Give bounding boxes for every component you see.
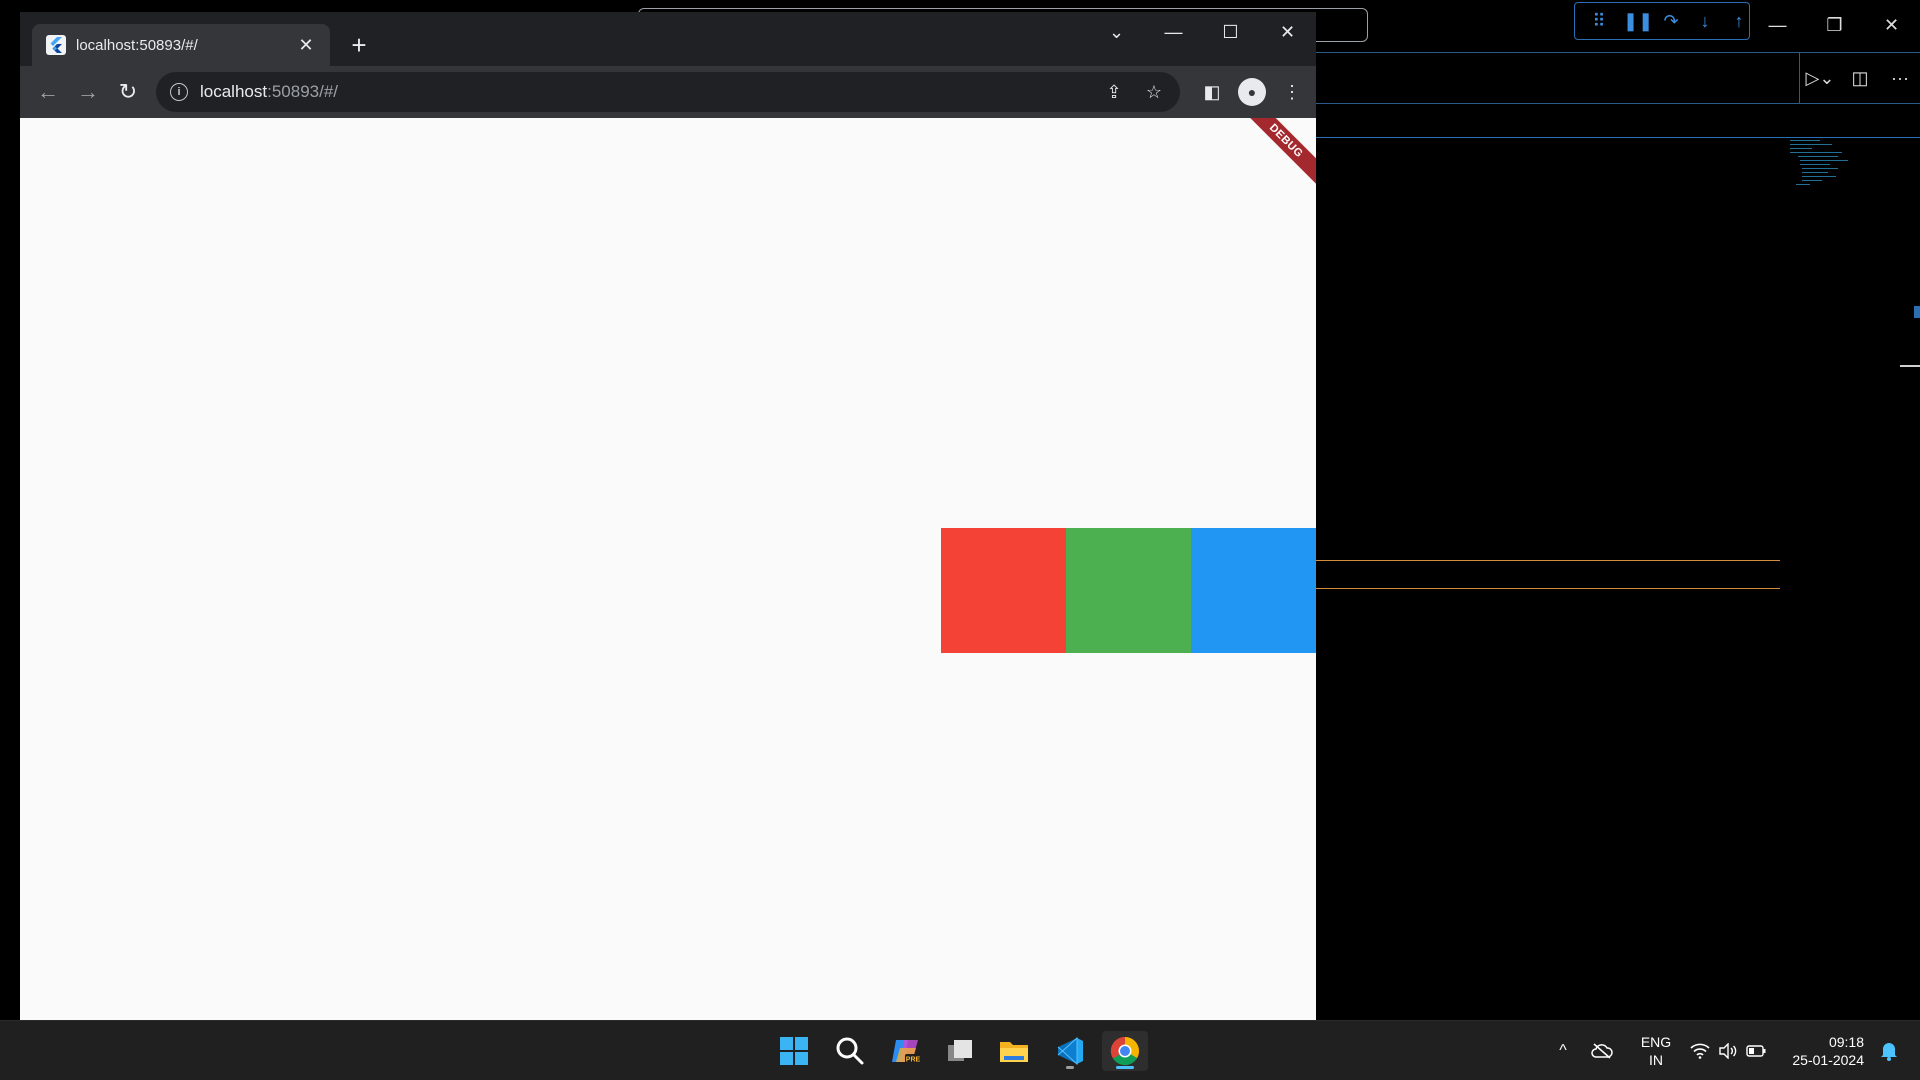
wifi-icon bbox=[1690, 1043, 1710, 1059]
volume-icon bbox=[1719, 1043, 1737, 1059]
tab-strip: localhost:50893/#/ ✕ + ⌄ — ☐ ✕ bbox=[20, 12, 1316, 66]
search-icon[interactable] bbox=[828, 1031, 872, 1071]
close-icon[interactable]: ✕ bbox=[1259, 12, 1316, 52]
clock[interactable]: 09:18 25-01-2024 bbox=[1784, 1033, 1864, 1069]
flutter-icon bbox=[46, 35, 66, 55]
maximize-icon[interactable]: ☐ bbox=[1202, 12, 1259, 52]
vscode-overview-ruler-mark bbox=[1900, 365, 1920, 367]
onedrive-offline-icon[interactable] bbox=[1586, 1043, 1618, 1059]
language-code: ENG bbox=[1640, 1034, 1672, 1050]
run-debug-icon[interactable]: ▷⌄ bbox=[1800, 68, 1840, 89]
tab-title: localhost:50893/#/ bbox=[76, 36, 198, 54]
more-actions-icon[interactable]: ··· bbox=[1880, 68, 1920, 89]
omnibox-actions: ⇪ ☆ bbox=[1098, 72, 1170, 112]
vscode-minimap[interactable] bbox=[1790, 140, 1850, 225]
blue-box bbox=[1191, 528, 1316, 653]
system-tray: ^ ENG IN 09:18 25-01-2024 bbox=[1550, 1021, 1898, 1080]
svg-text:PRE: PRE bbox=[906, 1057, 921, 1064]
battery-icon bbox=[1746, 1045, 1766, 1057]
toolbar-right-actions: ◧ ● ⋮ bbox=[1198, 78, 1306, 106]
vscode-editor[interactable] bbox=[1316, 138, 1920, 1018]
pause-icon[interactable]: ❚❚ bbox=[1623, 11, 1653, 32]
clock-time: 09:18 bbox=[1828, 1034, 1864, 1050]
tab-search-icon[interactable]: ⌄ bbox=[1088, 12, 1145, 52]
minimize-icon[interactable]: — bbox=[1749, 0, 1806, 50]
vscode-window-controls: — ❐ ✕ bbox=[1749, 0, 1920, 50]
browser-tab[interactable]: localhost:50893/#/ ✕ bbox=[32, 24, 330, 66]
forward-arrow-icon[interactable]: → bbox=[74, 78, 102, 106]
close-tab-icon[interactable]: ✕ bbox=[296, 35, 316, 56]
language-indicator[interactable]: ENG IN bbox=[1636, 1033, 1676, 1069]
url-host: localhost bbox=[200, 82, 268, 101]
vscode-tab-actions: ▷⌄ ◫ ··· bbox=[1799, 52, 1920, 104]
share-icon[interactable]: ⇪ bbox=[1098, 82, 1130, 103]
reload-icon[interactable]: ↻ bbox=[114, 78, 142, 106]
quick-settings[interactable] bbox=[1690, 1043, 1766, 1059]
vscode-debug-toolbar: ⠿ ❚❚ ↷ ↓ ↑ bbox=[1574, 2, 1750, 40]
drag-handle-icon[interactable]: ⠿ bbox=[1589, 11, 1609, 32]
chrome-window-controls: ⌄ — ☐ ✕ bbox=[1088, 12, 1316, 52]
site-info-icon[interactable]: i bbox=[170, 83, 188, 101]
taskbar: PRE ^ ENG IN 09:18 25-01-2024 bbox=[0, 1020, 1920, 1080]
running-indicator bbox=[1066, 1066, 1074, 1069]
split-editor-icon[interactable]: ◫ bbox=[1840, 68, 1880, 89]
vscode-highlight-line bbox=[1316, 560, 1780, 561]
profile-avatar-icon[interactable]: ● bbox=[1238, 78, 1266, 106]
menu-kebab-icon[interactable]: ⋮ bbox=[1278, 78, 1306, 106]
new-tab-button[interactable]: + bbox=[344, 30, 374, 60]
notification-bell-icon[interactable] bbox=[1880, 1041, 1898, 1061]
address-bar[interactable]: i localhost :50893/#/ ⇪ ☆ bbox=[156, 72, 1180, 112]
side-panel-icon[interactable]: ◧ bbox=[1198, 78, 1226, 106]
step-out-icon[interactable]: ↑ bbox=[1729, 11, 1749, 32]
bookmark-star-icon[interactable]: ☆ bbox=[1138, 82, 1170, 103]
web-page-viewport[interactable]: DEBUG bbox=[20, 118, 1316, 1020]
url-path: :50893/#/ bbox=[267, 82, 339, 101]
show-hidden-icons-chevron-icon[interactable]: ^ bbox=[1550, 1042, 1576, 1060]
back-arrow-icon[interactable]: ← bbox=[34, 78, 62, 106]
task-view-icon[interactable] bbox=[938, 1031, 982, 1071]
step-over-icon[interactable]: ↷ bbox=[1661, 11, 1681, 32]
start-icon[interactable] bbox=[772, 1031, 816, 1071]
restore-icon[interactable]: ❐ bbox=[1806, 0, 1863, 50]
browser-toolbar: ← → ↻ i localhost :50893/#/ ⇪ ☆ ◧ ● ⋮ bbox=[20, 66, 1316, 118]
step-into-icon[interactable]: ↓ bbox=[1695, 11, 1715, 32]
green-box bbox=[1066, 528, 1191, 653]
close-icon[interactable]: ✕ bbox=[1863, 0, 1920, 50]
chrome-window: localhost:50893/#/ ✕ + ⌄ — ☐ ✕ ← → ↻ i l… bbox=[20, 12, 1316, 1020]
copilot-icon[interactable]: PRE bbox=[884, 1031, 928, 1071]
vscode-scrollbar-marker bbox=[1914, 306, 1920, 318]
vscode-highlight-line bbox=[1316, 588, 1780, 589]
active-indicator bbox=[1116, 1066, 1134, 1069]
red-box bbox=[941, 528, 1066, 653]
chrome-icon[interactable] bbox=[1102, 1031, 1148, 1071]
debug-banner: DEBUG bbox=[1237, 118, 1316, 190]
region-code: IN bbox=[1649, 1052, 1663, 1068]
minimize-icon[interactable]: — bbox=[1145, 12, 1202, 52]
clock-date: 25-01-2024 bbox=[1792, 1052, 1864, 1068]
file-explorer-icon[interactable] bbox=[992, 1031, 1036, 1071]
vscode-icon[interactable] bbox=[1048, 1031, 1092, 1071]
desktop: ⠿ ❚❚ ↷ ↓ ↑ — ❐ ✕ ▷⌄ ◫ ··· localhost:5089… bbox=[0, 0, 1920, 1080]
